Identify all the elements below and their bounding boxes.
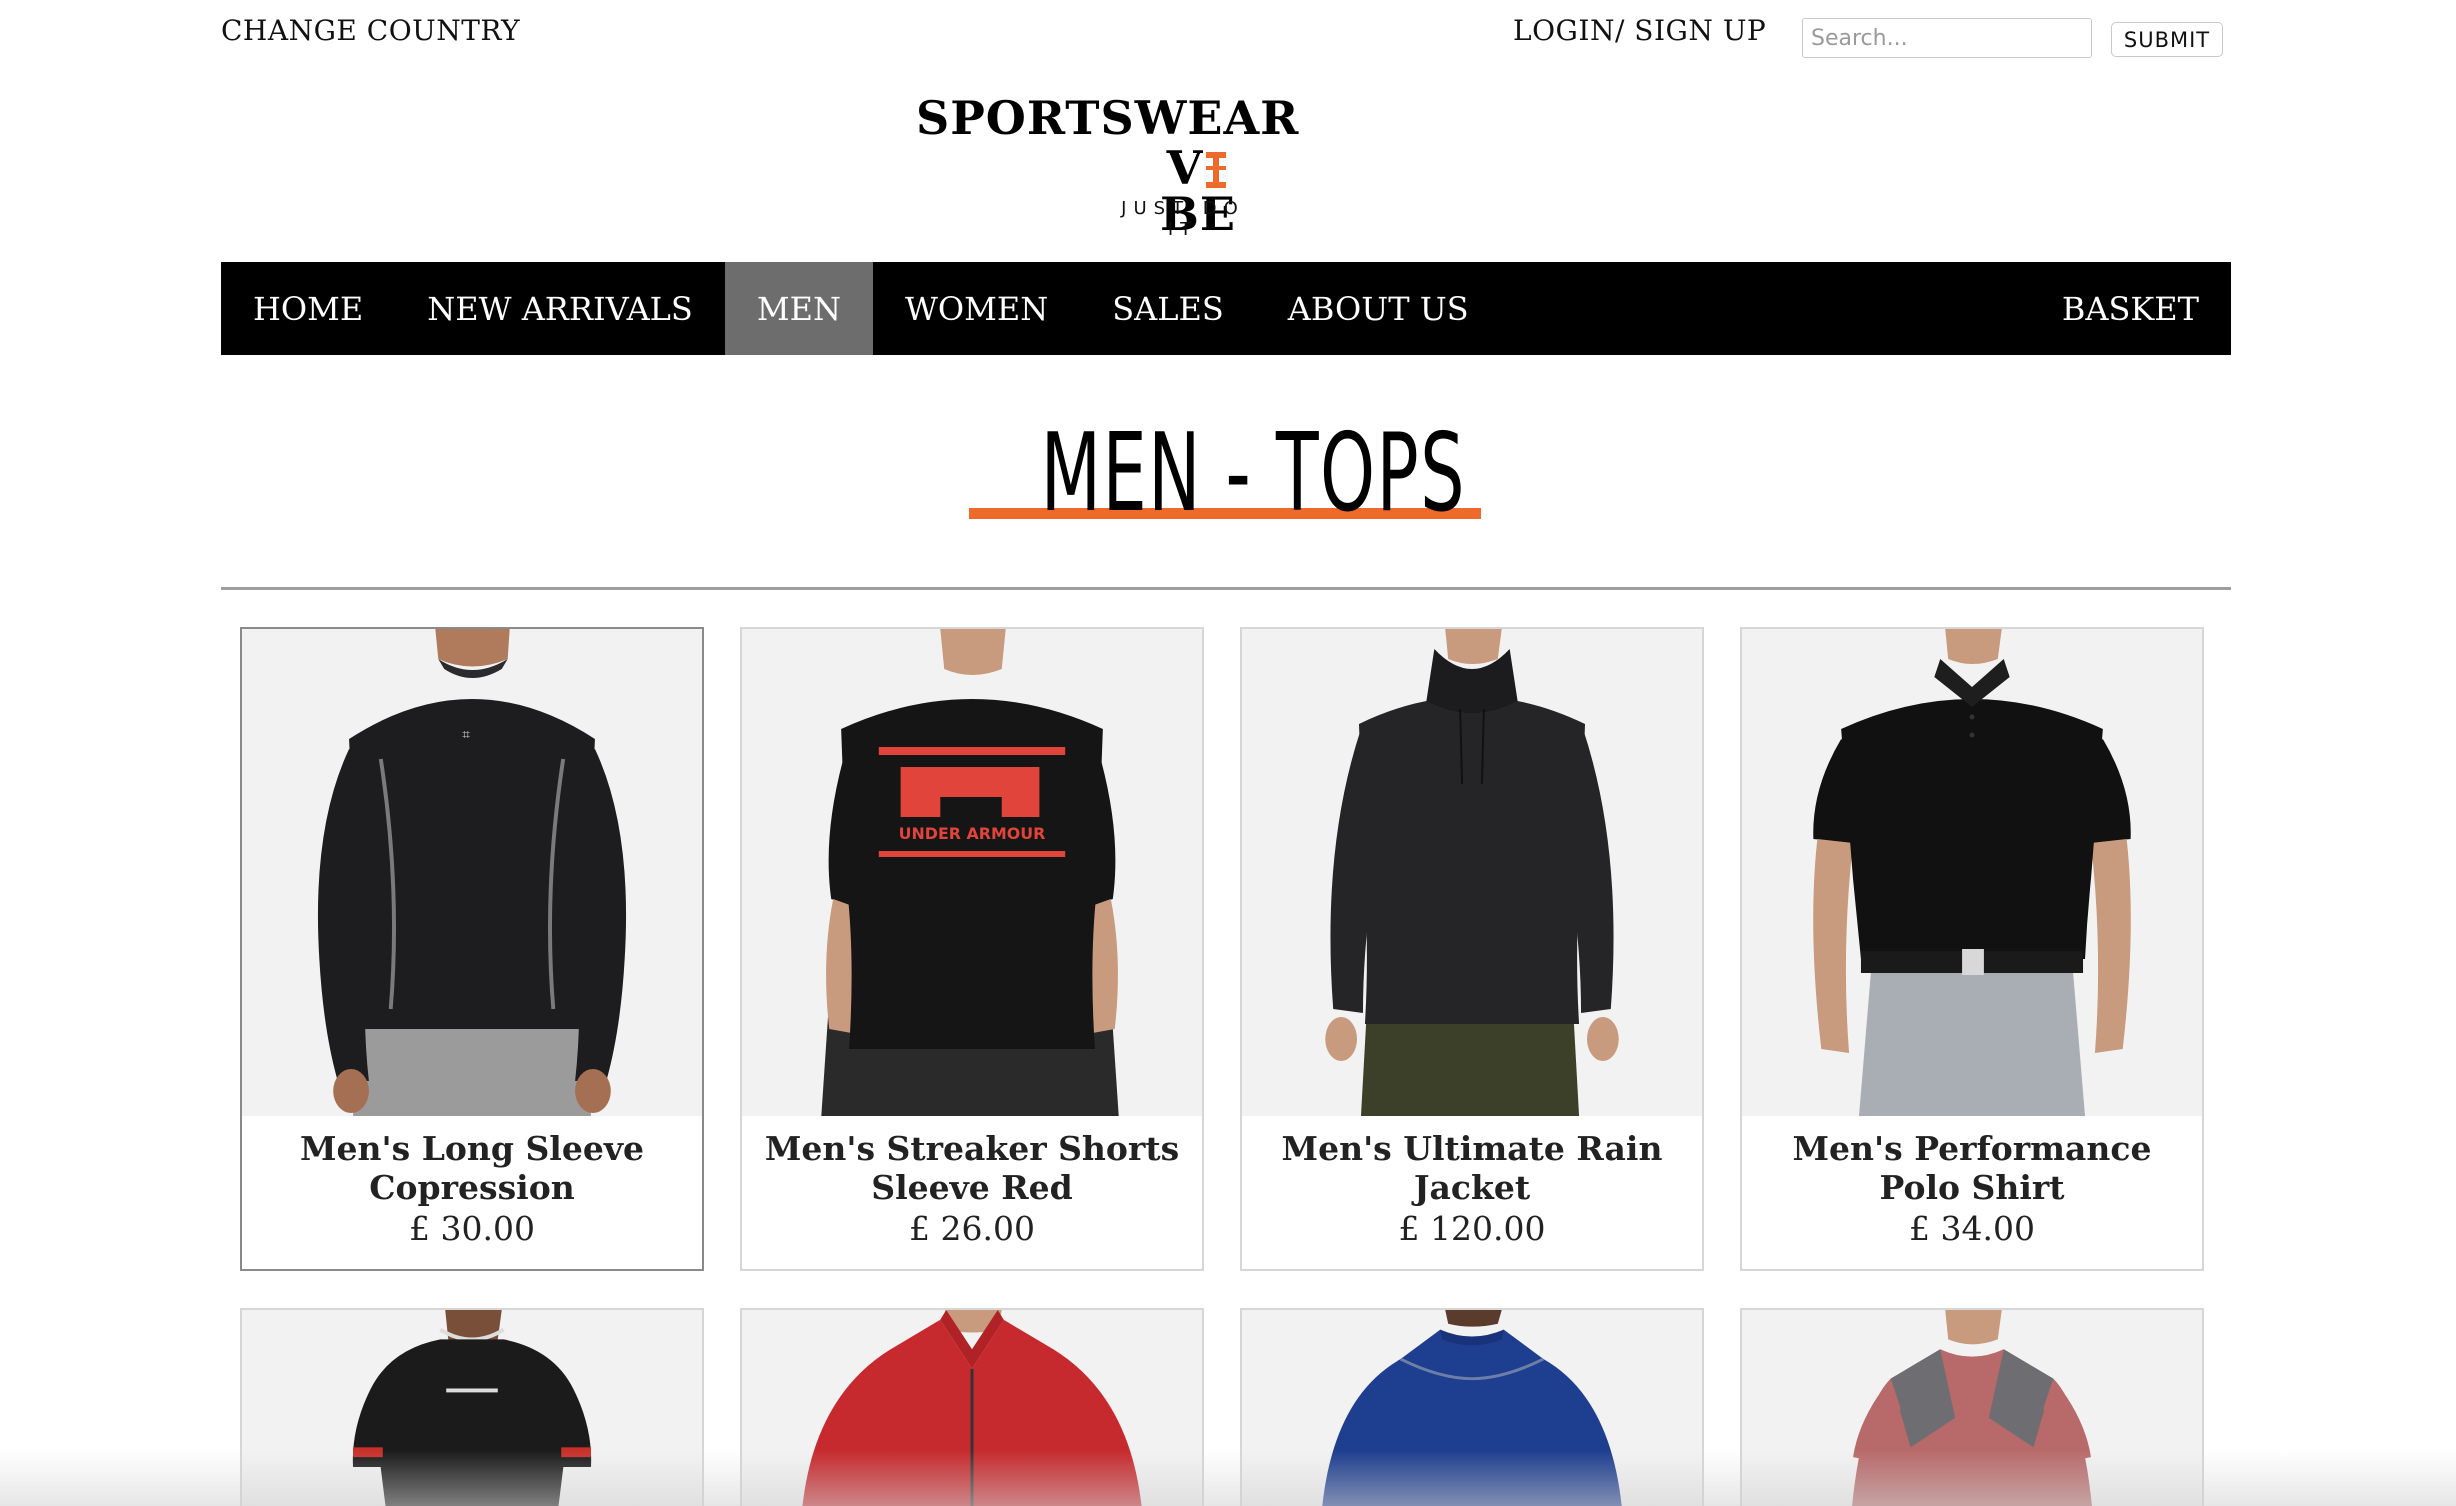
logo-tagline: JUST DO IT — [1121, 198, 1245, 240]
product-name[interactable]: Men's Ultimate Rain Jacket — [1242, 1129, 1702, 1207]
page-title: MEN - TOPS — [1040, 411, 1467, 536]
change-country-link[interactable]: CHANGE COUNTRY — [221, 14, 520, 47]
product-card[interactable] — [1240, 1308, 1704, 1506]
nav-item-basket[interactable]: BASKET — [2030, 262, 2231, 355]
product-image[interactable]: UNDER ARMOUR — [742, 629, 1202, 1116]
product-name[interactable]: Men's Performance Polo Shirt — [1742, 1129, 2202, 1207]
section-divider — [221, 587, 2231, 590]
search-submit-button[interactable]: SUBMIT — [2111, 22, 2223, 57]
product-image[interactable]: ⌗ — [242, 629, 702, 1116]
page-heading-block: MEN - TOPS — [0, 420, 2456, 530]
product-card[interactable]: UNDER ARMOUR Men's Streaker Shorts Sleev… — [740, 627, 1204, 1271]
product-price: £ 120.00 — [1398, 1209, 1546, 1248]
product-image[interactable] — [742, 1310, 1202, 1506]
product-name[interactable]: Men's Streaker Shorts Sleeve Red — [742, 1129, 1202, 1207]
login-signup-link[interactable]: LOGIN/ SIGN UP — [1513, 14, 1766, 47]
product-price: £ 30.00 — [409, 1209, 535, 1248]
product-card[interactable] — [740, 1308, 1204, 1506]
search-input[interactable] — [1802, 18, 2092, 58]
nav-item-men[interactable]: MEN — [724, 262, 873, 355]
nav-item-new-arrivals[interactable]: NEW ARRIVALS — [395, 262, 725, 355]
product-name[interactable]: Men's Long Sleeve Copression — [242, 1129, 702, 1207]
nav-item-women[interactable]: WOMEN — [873, 262, 1080, 355]
product-price: £ 34.00 — [1909, 1209, 2035, 1248]
product-image[interactable] — [1242, 629, 1702, 1116]
product-price: £ 26.00 — [909, 1209, 1035, 1248]
nav-item-sales[interactable]: SALES — [1080, 262, 1256, 355]
product-card[interactable]: Men's Ultimate Rain Jacket £ 120.00 — [1240, 627, 1704, 1271]
product-image[interactable] — [242, 1310, 702, 1506]
site-logo[interactable]: SPORTSWEAR VBE JUST DO IT — [900, 95, 1298, 240]
svg-text:UNDER ARMOUR: UNDER ARMOUR — [899, 824, 1046, 843]
product-image[interactable] — [1242, 1310, 1702, 1506]
product-image[interactable] — [1742, 1310, 2202, 1506]
logo-text-line1: SPORTSWEAR — [916, 91, 1300, 145]
nav-item-home[interactable]: HOME — [221, 262, 395, 355]
product-card[interactable] — [1740, 1308, 2204, 1506]
nav-item-about-us[interactable]: ABOUT US — [1256, 262, 1501, 355]
main-nav: HOME NEW ARRIVALS MEN WOMEN SALES ABOUT … — [221, 262, 2231, 355]
svg-text:⌗: ⌗ — [462, 727, 470, 743]
product-image[interactable] — [1742, 629, 2202, 1116]
product-card[interactable]: ⌗ Men's Long Sleeve Copression £ 30.00 — [240, 627, 704, 1271]
product-card[interactable]: Men's Performance Polo Shirt £ 34.00 — [1740, 627, 2204, 1271]
product-card[interactable] — [240, 1308, 704, 1506]
